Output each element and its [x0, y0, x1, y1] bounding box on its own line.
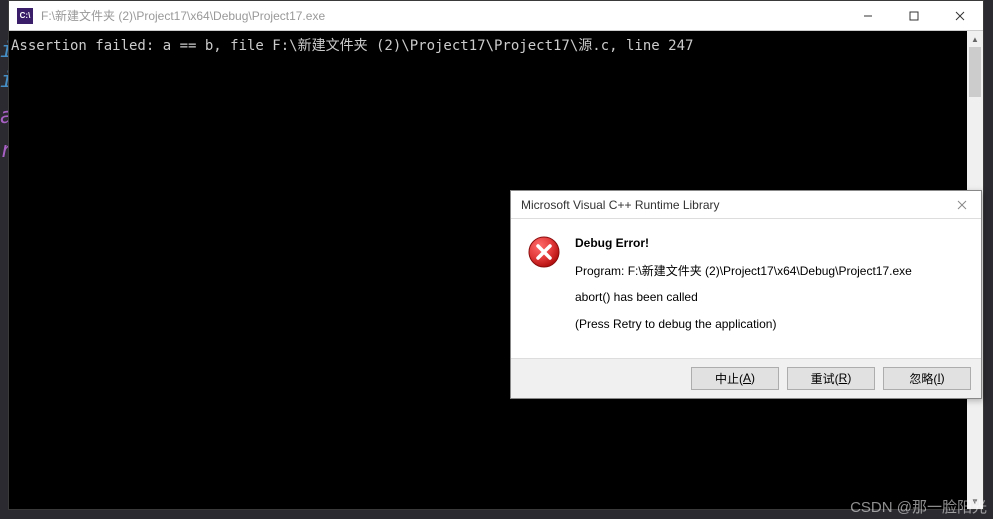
console-titlebar[interactable]: C:\ F:\新建文件夹 (2)\Project17\x64\Debug\Pro… [9, 1, 983, 31]
dialog-message: Debug Error! Program: F:\新建文件夹 (2)\Proje… [575, 235, 912, 342]
abort-message: abort() has been called [575, 289, 912, 305]
error-dialog: Microsoft Visual C++ Runtime Library [510, 190, 982, 399]
retry-hint: (Press Retry to debug the application) [575, 316, 912, 332]
abort-button[interactable]: 中止(A) [691, 367, 779, 390]
dialog-close-button[interactable] [947, 195, 977, 215]
dialog-heading: Debug Error! [575, 235, 912, 251]
program-path: F:\新建文件夹 (2)\Project17\x64\Debug\Project… [628, 264, 912, 278]
maximize-button[interactable] [891, 1, 937, 30]
window-title: F:\新建文件夹 (2)\Project17\x64\Debug\Project… [41, 7, 845, 24]
editor-gutter: i i a r [0, 0, 8, 519]
ignore-button[interactable]: 忽略(I) [883, 367, 971, 390]
app-icon: C:\ [17, 8, 33, 24]
dialog-button-bar: 中止(A) 重试(R) 忽略(I) [511, 358, 981, 398]
close-button[interactable] [937, 1, 983, 30]
program-label: Program: [575, 264, 624, 278]
scrollbar-thumb[interactable] [969, 47, 981, 97]
scroll-down-button[interactable]: ▼ [967, 493, 983, 509]
retry-button[interactable]: 重试(R) [787, 367, 875, 390]
scroll-up-button[interactable]: ▲ [967, 31, 983, 47]
minimize-button[interactable] [845, 1, 891, 30]
error-icon [527, 235, 561, 269]
dialog-title: Microsoft Visual C++ Runtime Library [521, 198, 947, 212]
dialog-titlebar[interactable]: Microsoft Visual C++ Runtime Library [511, 191, 981, 219]
